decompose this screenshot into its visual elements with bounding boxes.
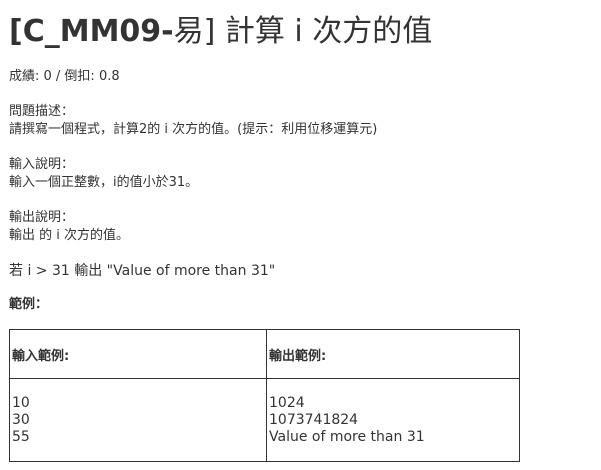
output-example-line: 1073741824 xyxy=(269,412,359,428)
description-text: 請撰寫一個程式，計算2的 i 次方的值。(提示：利用位移運算元) xyxy=(9,122,378,137)
output-example-line: 1024 xyxy=(269,395,305,411)
problem-page: [C_MM09-易] 計算 i 次方的值 成績: 0 / 倒扣: 0.8 問題描… xyxy=(9,0,594,462)
table-row: 10 30 55 1024 1073741824 Value of more t… xyxy=(9,378,520,462)
input-example-cell: 10 30 55 xyxy=(9,378,267,462)
condition-text: 若 i > 31 輸出 "Value of more than 31" xyxy=(9,263,276,279)
description-label: 問題描述： xyxy=(9,104,75,119)
input-example-header: 輸入範例: xyxy=(9,329,267,379)
examples-table: 輸入範例: 輸出範例: 10 30 55 1024 1073741824 Val… xyxy=(9,329,520,462)
output-example-cell: 1024 1073741824 Value of more than 31 xyxy=(266,378,520,462)
output-label: 輸出說明： xyxy=(9,210,75,225)
table-header-row: 輸入範例: 輸出範例: xyxy=(9,329,520,379)
input-label: 輸入說明： xyxy=(9,157,75,172)
output-section: 輸出說明： 輸出 的 i 次方的值。 xyxy=(9,209,594,245)
page-title: [C_MM09-易] 計算 i 次方的值 xyxy=(9,0,594,52)
description-section: 問題描述： 請撰寫一個程式，計算2的 i 次方的值。(提示：利用位移運算元) xyxy=(9,103,594,139)
output-example-header: 輸出範例: xyxy=(266,329,520,379)
title-text: 易] 計算 i 次方的值 xyxy=(173,14,433,49)
input-example-line: 30 xyxy=(12,412,30,428)
score-line: 成績: 0 / 倒扣: 0.8 xyxy=(9,69,120,84)
input-section: 輸入說明： 輸入一個正整數，i的值小於31。 xyxy=(9,156,594,192)
examples-label: 範例： xyxy=(9,297,49,312)
input-text: 輸入一個正整數，i的值小於31。 xyxy=(9,175,199,190)
input-example-line: 55 xyxy=(12,429,30,445)
title-code: [C_MM09- xyxy=(9,14,174,49)
input-example-line: 10 xyxy=(12,395,30,411)
output-example-line: Value of more than 31 xyxy=(269,429,425,445)
output-text: 輸出 的 i 次方的值。 xyxy=(9,228,130,243)
